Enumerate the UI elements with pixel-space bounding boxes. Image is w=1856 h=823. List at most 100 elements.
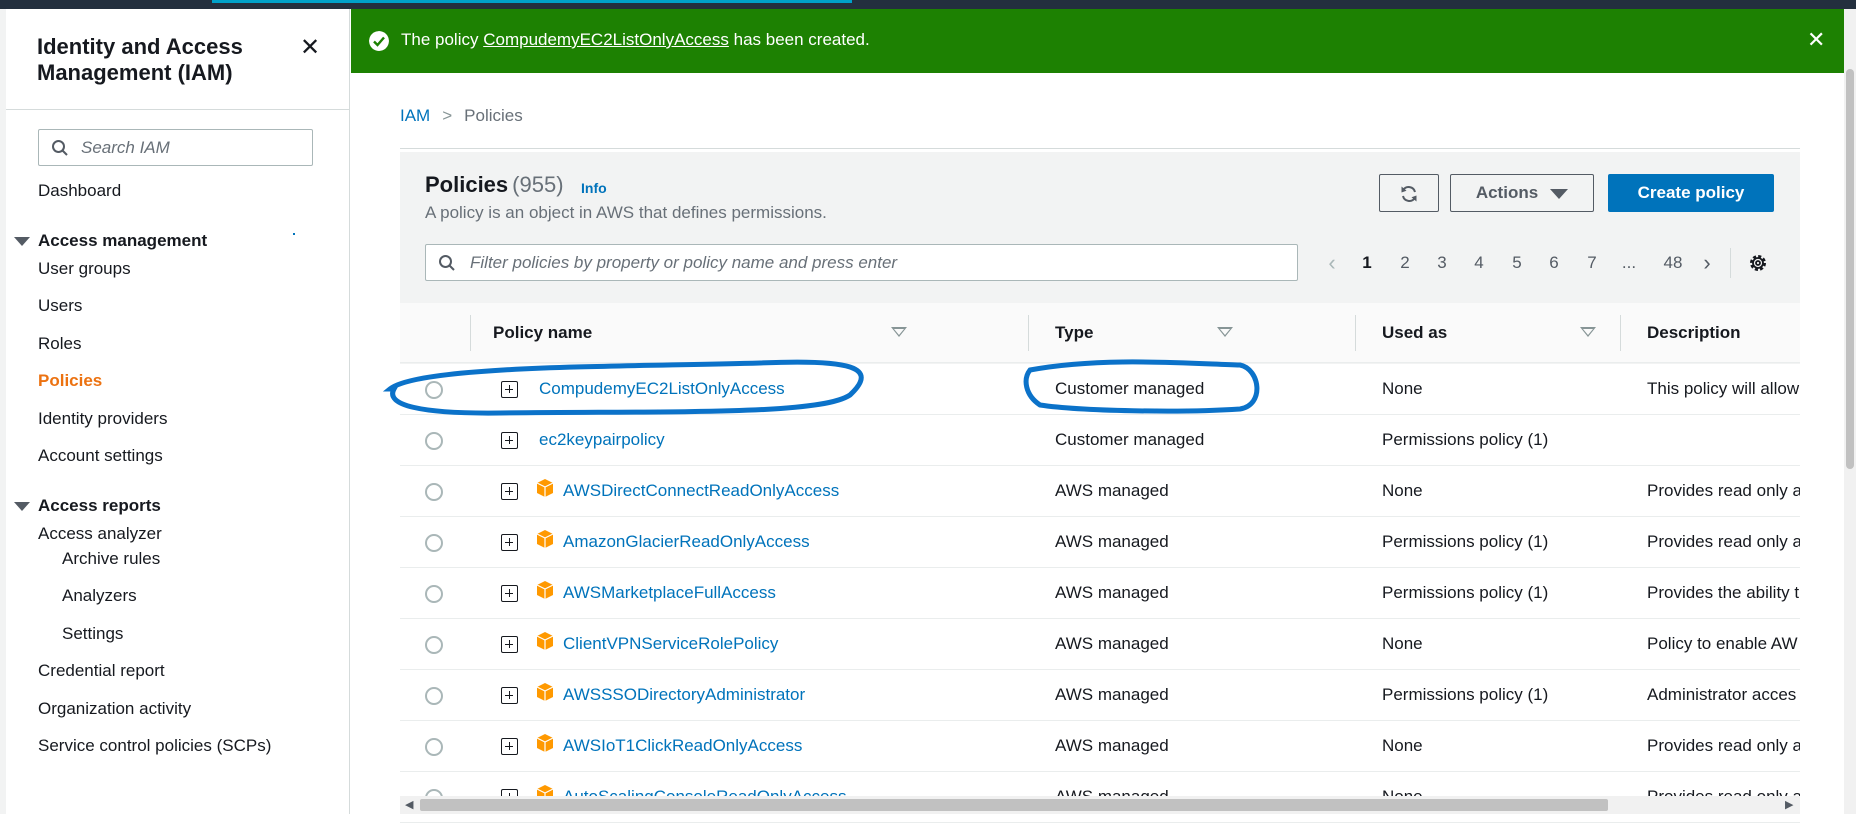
column-divider xyxy=(1620,315,1621,351)
breadcrumb-iam[interactable]: IAM xyxy=(400,106,430,125)
row-select-radio[interactable] xyxy=(425,381,443,399)
next-page-icon[interactable]: › xyxy=(1695,249,1719,277)
aws-managed-cube-icon xyxy=(536,581,554,599)
sidebar-item-analyzers[interactable]: Analyzers xyxy=(62,586,137,606)
scroll-right-icon[interactable]: ▶ xyxy=(1785,798,1793,811)
expand-plus-icon[interactable] xyxy=(501,585,518,602)
sidebar-section-access-management[interactable]: Access management xyxy=(14,231,207,251)
table-row[interactable]: AWSDirectConnectReadOnlyAccess AWS manage… xyxy=(400,466,1800,517)
page-7[interactable]: 7 xyxy=(1580,249,1604,277)
row-select-radio[interactable] xyxy=(425,534,443,552)
page-6[interactable]: 6 xyxy=(1542,249,1566,277)
close-icon[interactable]: ✕ xyxy=(300,36,320,60)
scroll-left-icon[interactable]: ◀ xyxy=(405,798,413,811)
refresh-button[interactable] xyxy=(1379,174,1439,212)
policy-name-link[interactable]: AWSIoT1ClickReadOnlyAccess xyxy=(563,736,802,756)
sidebar-item-user-groups[interactable]: User groups xyxy=(38,259,131,279)
policy-name-link[interactable]: CompudemyEC2ListOnlyAccess xyxy=(539,379,785,399)
table-row[interactable]: AmazonGlacierReadOnlyAccess AWS managed Pe… xyxy=(400,517,1800,568)
table-row[interactable]: ClientVPNServiceRolePolicy AWS managed Non… xyxy=(400,619,1800,670)
page-scrollbar[interactable] xyxy=(1844,9,1856,814)
table-row[interactable]: AWSIoT1ClickReadOnlyAccess AWS managed Non… xyxy=(400,721,1800,772)
flash-policy-link[interactable]: CompudemyEC2ListOnlyAccess xyxy=(483,30,729,49)
table-row[interactable]: AWSMarketplaceFullAccess AWS managed Permi… xyxy=(400,568,1800,619)
top-search-strip[interactable] xyxy=(212,0,852,3)
page-4[interactable]: 4 xyxy=(1467,249,1491,277)
page-ellipsis: ... xyxy=(1621,253,1637,272)
column-policy-name[interactable]: Policy name xyxy=(493,323,592,343)
column-type[interactable]: Type xyxy=(1055,323,1093,343)
sidebar-dot xyxy=(293,233,295,235)
previous-page-icon[interactable]: ‹ xyxy=(1320,249,1344,277)
scrollbar-thumb[interactable] xyxy=(1846,69,1854,469)
table-row[interactable]: CompudemyEC2ListOnlyAccess Customer manag… xyxy=(400,364,1800,415)
policy-name-link[interactable]: ec2keypairpolicy xyxy=(539,430,665,450)
row-select-radio[interactable] xyxy=(425,585,443,603)
policy-type: Customer managed xyxy=(1055,430,1205,449)
expand-plus-icon[interactable] xyxy=(501,738,518,755)
search-iam-input[interactable] xyxy=(81,137,301,159)
aws-managed-cube-icon xyxy=(536,734,554,752)
expand-plus-icon[interactable] xyxy=(501,687,518,704)
page-5[interactable]: 5 xyxy=(1505,249,1529,277)
page-48[interactable]: 48 xyxy=(1658,249,1688,277)
row-select-radio[interactable] xyxy=(425,483,443,501)
column-description[interactable]: Description xyxy=(1647,323,1741,343)
policy-name-link[interactable]: ClientVPNServiceRolePolicy xyxy=(563,634,778,654)
caret-down-icon xyxy=(1550,188,1569,199)
table-row[interactable]: ec2keypairpolicy Customer managed Permissi… xyxy=(400,415,1800,466)
sidebar-item-dashboard[interactable]: Dashboard xyxy=(38,181,121,201)
policy-count: (955) xyxy=(512,172,564,197)
sort-policy-name-icon[interactable] xyxy=(891,327,907,337)
sidebar-item-organization-activity[interactable]: Organization activity xyxy=(38,699,191,719)
sidebar-item-archive-rules[interactable]: Archive rules xyxy=(62,549,160,569)
sidebar-item-account-settings[interactable]: Account settings xyxy=(38,446,163,466)
row-select-radio[interactable] xyxy=(425,687,443,705)
expand-plus-icon[interactable] xyxy=(501,534,518,551)
actions-dropdown-button[interactable]: Actions xyxy=(1450,174,1594,212)
sidebar-item-roles[interactable]: Roles xyxy=(38,334,81,354)
row-select-radio[interactable] xyxy=(425,432,443,450)
page-1[interactable]: 1 xyxy=(1355,249,1379,277)
page-2[interactable]: 2 xyxy=(1393,249,1417,277)
policy-name-link[interactable]: AWSSSODirectoryAdministrator xyxy=(563,685,805,705)
policy-name-link[interactable]: AWSDirectConnectReadOnlyAccess xyxy=(563,481,839,501)
table-horizontal-scrollbar[interactable]: ◀ ▶ xyxy=(400,796,1800,814)
policy-used-as: None xyxy=(1382,481,1423,500)
sidebar-item-users[interactable]: Users xyxy=(38,296,82,316)
policy-type: AWS managed xyxy=(1055,532,1169,551)
expand-plus-icon[interactable] xyxy=(501,381,518,398)
create-policy-button[interactable]: Create policy xyxy=(1608,174,1774,212)
page-3[interactable]: 3 xyxy=(1430,249,1454,277)
scrollbar-thumb[interactable] xyxy=(420,799,1608,811)
expand-plus-icon[interactable] xyxy=(501,636,518,653)
sidebar-item-scps[interactable]: Service control policies (SCPs) xyxy=(38,736,271,756)
sort-used-as-icon[interactable] xyxy=(1580,327,1596,337)
sort-type-icon[interactable] xyxy=(1217,327,1233,337)
row-select-radio[interactable] xyxy=(425,738,443,756)
filter-policies-input[interactable] xyxy=(470,252,1270,274)
sidebar-item-settings[interactable]: Settings xyxy=(62,624,123,644)
sidebar-item-credential-report[interactable]: Credential report xyxy=(38,661,165,681)
expand-plus-icon[interactable] xyxy=(501,432,518,449)
expand-plus-icon[interactable] xyxy=(501,483,518,500)
search-iam-field[interactable] xyxy=(38,129,313,166)
column-used-as[interactable]: Used as xyxy=(1382,323,1447,343)
sidebar-item-identity-providers[interactable]: Identity providers xyxy=(38,409,167,429)
sidebar-item-access-analyzer[interactable]: Access analyzer xyxy=(38,524,162,544)
dismiss-close-icon[interactable]: ✕ xyxy=(1807,29,1825,51)
table-row[interactable]: AWSSSODirectoryAdministrator AWS managed P… xyxy=(400,670,1800,721)
info-link[interactable]: Info xyxy=(581,180,607,196)
page-title: Policies (955) xyxy=(425,172,564,198)
sidebar-item-policies[interactable]: Policies xyxy=(38,371,102,391)
policy-name-link[interactable]: AmazonGlacierReadOnlyAccess xyxy=(563,532,810,552)
policy-name-link[interactable]: AWSMarketplaceFullAccess xyxy=(563,583,776,603)
filter-policies-field[interactable] xyxy=(425,244,1298,281)
page-description: A policy is an object in AWS that define… xyxy=(425,203,827,222)
sidebar-section-access-reports[interactable]: Access reports xyxy=(14,496,161,516)
policy-description: Administrator acces xyxy=(1647,685,1797,704)
policy-used-as: Permissions policy (1) xyxy=(1382,583,1549,602)
settings-gear-icon[interactable] xyxy=(1747,252,1769,274)
row-select-radio[interactable] xyxy=(425,636,443,654)
column-divider xyxy=(470,315,471,351)
